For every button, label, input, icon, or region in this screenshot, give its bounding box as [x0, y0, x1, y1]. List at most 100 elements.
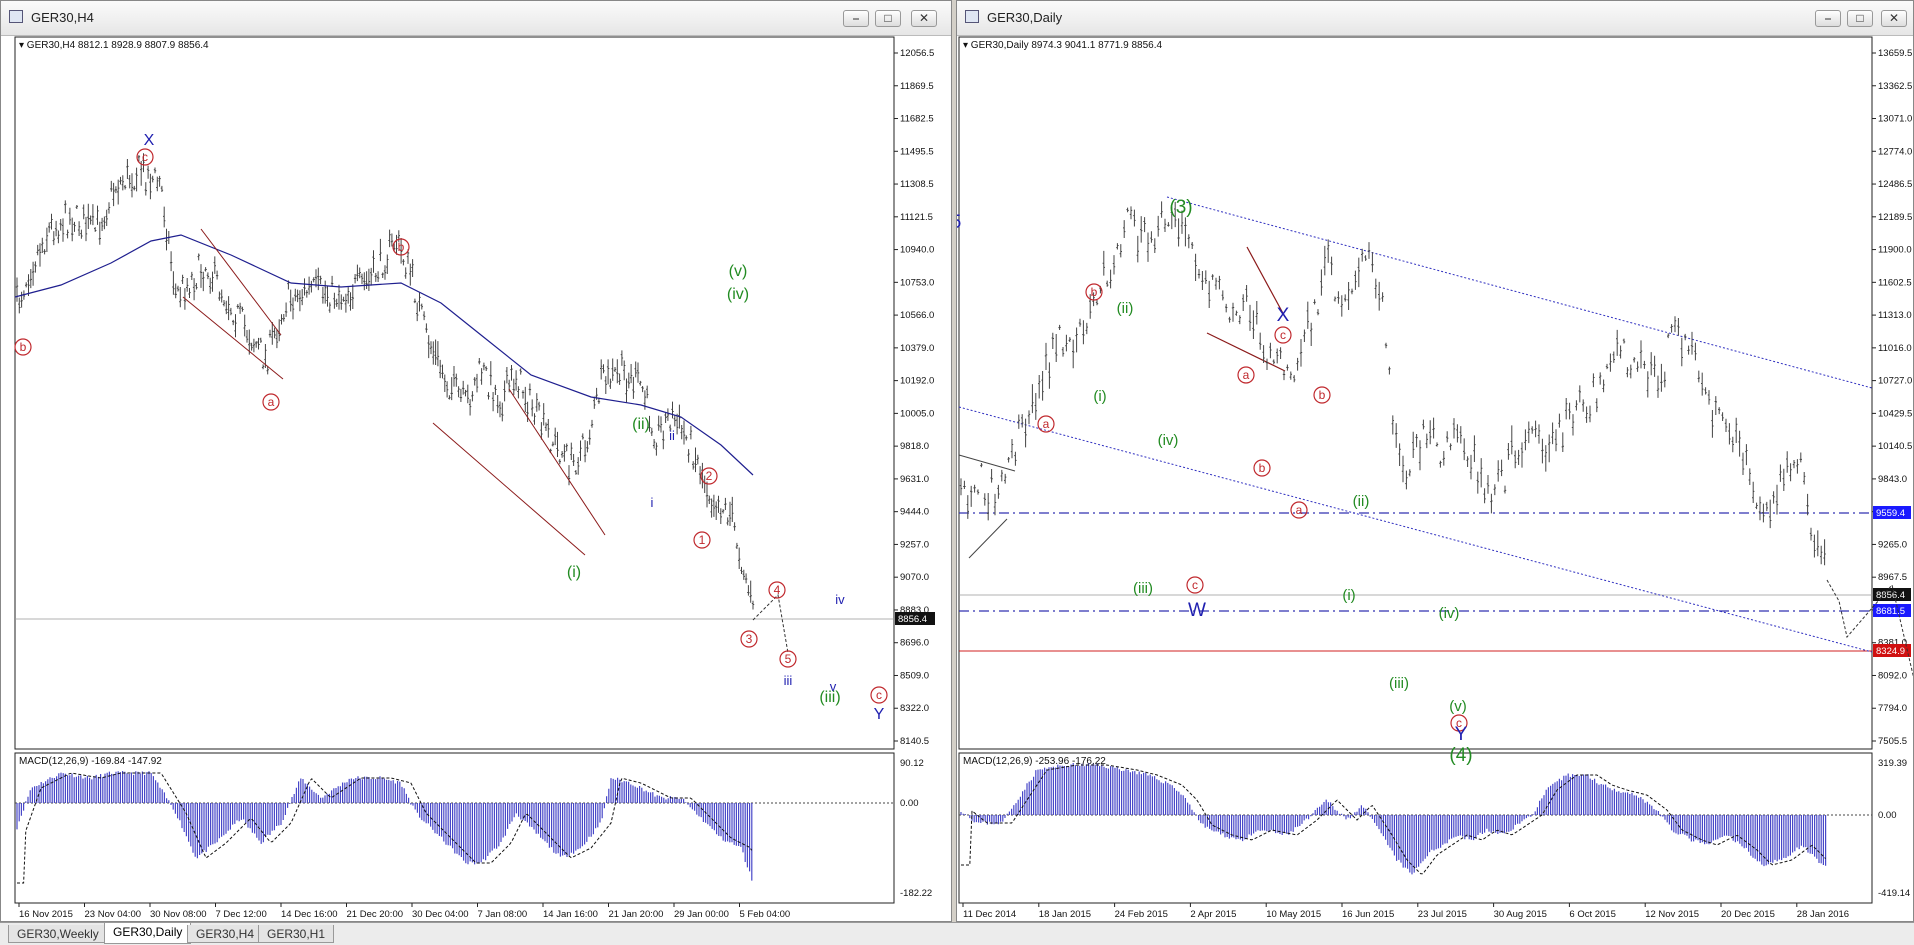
tab-ger30-daily[interactable]: GER30,Daily [104, 923, 192, 944]
trend-line [968, 518, 1008, 559]
wave-label: (i) [1093, 388, 1106, 405]
window-titlebar[interactable]: GER30,Daily ⎯ □ ✕ [957, 1, 1913, 36]
window-titlebar[interactable]: GER30,H4 ⎯ □ ✕ [1, 1, 951, 36]
chart-window-icon [965, 10, 979, 23]
wave-label: b [398, 240, 405, 254]
wave-label: (iii) [819, 689, 840, 706]
projection-path [752, 593, 789, 654]
wave-label: c [876, 688, 882, 702]
price-bars [15, 153, 755, 610]
wave-label: (i) [1342, 587, 1355, 604]
wave-label: c [142, 150, 148, 164]
trend-line [508, 388, 606, 536]
y-tick-label: 11495.5 [900, 146, 934, 157]
tab-ger30-h1[interactable]: GER30,H1 [258, 925, 335, 943]
x-tick-label: 30 Nov 08:00 [150, 909, 207, 920]
y-tick-label: 10753.0 [900, 277, 934, 288]
macd-tick-label: -182.22 [900, 888, 932, 899]
wave-label: (ii) [1353, 493, 1370, 510]
x-tick-label: 12 Nov 2015 [1645, 909, 1699, 920]
y-tick-label: 10727.0 [1878, 376, 1912, 387]
minimize-button[interactable]: ⎯ [1815, 10, 1841, 27]
wave-label: c [1192, 578, 1198, 592]
x-tick-label: 18 Jan 2015 [1039, 909, 1091, 920]
price-chart-svg[interactable]: ▾ GER30,Daily 8974.3 9041.1 8771.9 8856.… [782, 35, 1914, 921]
channel-line-lower [958, 406, 1873, 653]
wave-label: iii [784, 673, 793, 688]
y-tick-label: 10192.0 [900, 376, 934, 387]
macd-histogram [16, 771, 753, 881]
macd-tick-label: 0.00 [1878, 810, 1897, 821]
y-tick-label: 12486.5 [1878, 179, 1912, 190]
macd-tick-label: -419.14 [1878, 888, 1910, 899]
y-tick-label: 10005.0 [900, 408, 934, 419]
x-tick-label: 30 Dec 04:00 [412, 909, 469, 920]
maximize-button[interactable]: □ [1847, 10, 1873, 27]
macd-tick-label: 319.39 [1878, 758, 1907, 769]
minimize-button[interactable]: ⎯ [843, 10, 869, 27]
wave-label: Y [1455, 724, 1468, 745]
level-label: 8324.9 [1876, 646, 1905, 657]
x-tick-label: 21 Dec 20:00 [347, 909, 404, 920]
macd-tick-label: 0.00 [900, 798, 919, 809]
x-tick-label: 7 Dec 12:00 [216, 909, 267, 920]
maximize-button[interactable]: □ [875, 10, 901, 27]
trend-line [182, 296, 284, 380]
y-tick-label: 9631.0 [900, 474, 929, 485]
y-tick-label: 10940.0 [900, 245, 934, 256]
x-tick-label: 2 Apr 2015 [1190, 909, 1236, 920]
x-tick-label: 5 Feb 04:00 [740, 909, 791, 920]
wave-label: a [268, 395, 275, 409]
macd-tick-label: 90.12 [900, 758, 924, 769]
y-tick-label: 8696.0 [900, 638, 929, 649]
close-button[interactable]: ✕ [911, 10, 937, 27]
wave-label: (ii) [632, 416, 650, 433]
chart-info-text: ▾ GER30,H4 8812.1 8928.9 8807.9 8856.4 [19, 40, 209, 51]
y-tick-label: 12774.0 [1878, 146, 1912, 157]
chart-info-text: ▾ GER30,Daily 8974.3 9041.1 8771.9 8856.… [963, 40, 1162, 51]
wave-label: (v) [1449, 698, 1467, 715]
wave-label: i [651, 495, 654, 510]
close-button[interactable]: ✕ [1881, 10, 1907, 27]
wave-label: b [1319, 388, 1326, 402]
wave-label: (i) [567, 564, 581, 581]
wave-label: (iii) [1389, 675, 1409, 692]
macd-histogram [960, 763, 1827, 875]
tab-ger30-weekly[interactable]: GER30,Weekly [8, 925, 108, 943]
y-tick-label: 10140.5 [1878, 441, 1912, 452]
x-tick-label: 30 Aug 2015 [1494, 909, 1547, 920]
level-label: 9559.4 [1876, 508, 1905, 519]
trend-line [432, 422, 586, 556]
macd-info-text: MACD(12,26,9) -169.84 -147.92 [19, 756, 162, 767]
x-tick-label: 14 Jan 16:00 [543, 909, 598, 920]
price-label: 8856.4 [1876, 590, 1905, 601]
x-tick-label: 16 Jun 2015 [1342, 909, 1394, 920]
y-tick-label: 12189.5 [1878, 212, 1912, 223]
chart-area[interactable]: ▾ GER30,H4 8812.1 8928.9 8807.9 8856.4 MA… [1, 35, 951, 921]
wave-label: (iii) [1133, 580, 1153, 597]
y-tick-label: 11121.5 [900, 212, 933, 223]
wave-label: ii [669, 428, 675, 443]
channel-line-upper [1166, 196, 1873, 389]
wave-label: a [1296, 503, 1303, 517]
wave-label: iv [835, 592, 845, 607]
wave-label: W [1188, 600, 1206, 621]
y-tick-label: 12056.5 [900, 48, 934, 59]
tab-ger30-h4[interactable]: GER30,H4 [187, 925, 264, 943]
wave-label: b [1091, 285, 1098, 299]
wave-label: 3 [746, 632, 753, 646]
wave-label: 2 [706, 469, 713, 483]
y-tick-label: 11900.0 [1878, 245, 1912, 256]
price-chart-svg[interactable]: ▾ GER30,H4 8812.1 8928.9 8807.9 8856.4 MA… [1, 35, 951, 921]
chart-area[interactable]: ▾ GER30,Daily 8974.3 9041.1 8771.9 8856.… [782, 35, 1914, 921]
chart-window-daily[interactable]: GER30,Daily ⎯ □ ✕ ▾ GER30,Daily 8974.3 9… [782, 0, 1914, 922]
price-bars [959, 201, 1826, 566]
y-tick-label: 7794.0 [1878, 703, 1907, 714]
y-tick-label: 7505.5 [1878, 736, 1907, 747]
wave-label: 1 [699, 533, 706, 547]
x-tick-label: 16 Nov 2015 [19, 909, 73, 920]
chart-window-h4[interactable]: GER30,H4 ⎯ □ ✕ ▾ GER30,H4 8812.1 8928.9 … [0, 0, 952, 922]
chart-tab-bar: GER30,Weekly GER30,Daily GER30,H4 GER30,… [0, 922, 1914, 945]
y-tick-label: 8140.5 [900, 736, 929, 747]
y-tick-label: 9257.0 [900, 539, 929, 550]
